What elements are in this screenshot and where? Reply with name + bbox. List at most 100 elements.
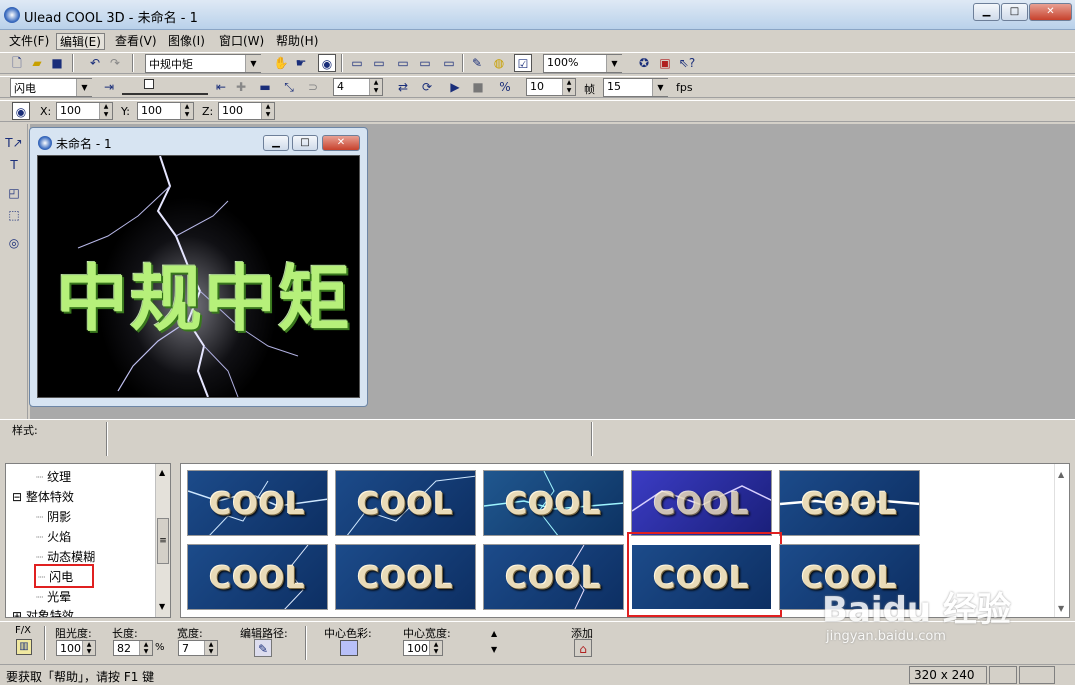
tree-scrollbar[interactable]: ▲ ≡ ▼: [155, 464, 170, 617]
new-file-icon[interactable]: 🗋: [8, 54, 26, 72]
edit-text-icon[interactable]: T: [5, 156, 23, 174]
collapse-icon[interactable]: ⊟: [12, 490, 22, 504]
props-scroll[interactable]: ▲ ▼: [491, 626, 497, 658]
spin-arrows[interactable]: ▲ ▼: [261, 103, 274, 119]
gallery-thumb[interactable]: COOL: [335, 544, 476, 610]
refresh-icon[interactable]: ⟳: [418, 78, 436, 96]
chevron-down-icon[interactable]: ▼: [245, 55, 261, 72]
menu-help[interactable]: 帮助(H): [273, 33, 321, 50]
menu-edit[interactable]: 编辑(E): [56, 33, 105, 50]
hand-move-icon[interactable]: ✋: [272, 54, 290, 72]
speed-spin[interactable]: 10 ▲ ▼: [526, 78, 576, 96]
minimize-button[interactable]: ▁: [973, 3, 1000, 21]
speed-icon[interactable]: %: [496, 78, 514, 96]
save-icon[interactable]: ■: [48, 54, 66, 72]
reverse-icon[interactable]: ⊃: [304, 78, 322, 96]
render-canvas[interactable]: 中规中矩: [37, 155, 360, 398]
close-button[interactable]: ✕: [1029, 3, 1072, 21]
spin-arrows[interactable]: ▲ ▼: [429, 641, 442, 655]
zoom-combo[interactable]: 100% ▼: [543, 54, 622, 73]
redo-icon[interactable]: ↷: [106, 54, 124, 72]
doc-minimize-button[interactable]: ▁: [263, 135, 289, 151]
open-file-icon[interactable]: ▰: [28, 54, 46, 72]
layout-front-icon[interactable]: ▭: [348, 54, 366, 72]
insert-text-icon[interactable]: T↗: [5, 134, 23, 152]
tree-item-lightning[interactable]: ┈ 闪电: [34, 564, 94, 588]
tree-item-shadow[interactable]: ┈ 阴影: [36, 508, 71, 525]
tree-item-global-effects[interactable]: ⊟ 整体特效: [12, 488, 74, 505]
help-pointer-icon[interactable]: ⇖?: [678, 54, 696, 72]
scroll-thumb[interactable]: ≡: [157, 518, 169, 564]
length-spin[interactable]: 82 ▲ ▼: [113, 640, 153, 656]
flip-icon[interactable]: ⤡: [280, 78, 298, 96]
insert-object-icon[interactable]: ◰: [5, 184, 23, 202]
width-spin[interactable]: 7 ▲ ▼: [178, 640, 218, 656]
menu-view[interactable]: 查看(V): [112, 33, 160, 50]
layout-right-icon[interactable]: ▭: [416, 54, 434, 72]
gallery-thumb[interactable]: COOL: [187, 544, 328, 610]
z-spin[interactable]: 100 ▲ ▼: [218, 102, 275, 120]
gallery-thumb[interactable]: COOL: [483, 470, 624, 536]
tree-item-fire[interactable]: ┈ 火焰: [36, 528, 71, 545]
spin-arrows[interactable]: ▲ ▼: [99, 103, 112, 119]
chevron-down-icon[interactable]: ▼: [652, 79, 668, 96]
add-keyframe-icon[interactable]: ✚: [232, 78, 250, 96]
text-combo[interactable]: 中规中矩 ▼: [145, 54, 261, 73]
slider-thumb[interactable]: [144, 79, 154, 89]
chevron-down-icon[interactable]: ▼: [76, 79, 92, 96]
paint-icon[interactable]: ✎: [468, 54, 486, 72]
spin-arrows[interactable]: ▲ ▼: [82, 641, 95, 655]
keyframe-next-icon[interactable]: ⇤: [212, 78, 230, 96]
scroll-down-icon[interactable]: ▼: [159, 602, 165, 611]
scroll-up-icon[interactable]: ▲: [1058, 470, 1064, 479]
edit-path-icon[interactable]: ✎: [254, 639, 272, 657]
tree-item-glow[interactable]: ┈ 光晕: [36, 588, 71, 605]
fps-combo[interactable]: 15 ▼: [603, 78, 668, 97]
camera-icon[interactable]: ◎: [5, 234, 23, 252]
doc-maximize-button[interactable]: □: [292, 135, 318, 151]
center-width-spin[interactable]: 100 ▲ ▼: [403, 640, 443, 656]
layout-top-icon[interactable]: ▭: [440, 54, 458, 72]
position-mode-icon[interactable]: ◉: [12, 102, 30, 120]
spin-arrows[interactable]: ▲ ▼: [180, 103, 193, 119]
gallery-thumb[interactable]: COOL: [187, 470, 328, 536]
select-object-icon[interactable]: ◉: [318, 54, 336, 72]
maximize-button[interactable]: □: [1001, 3, 1028, 21]
wizard-icon[interactable]: ✪: [635, 54, 653, 72]
gallery-thumb[interactable]: COOL: [779, 470, 920, 536]
effect-combo[interactable]: 闪电 ▼: [10, 78, 92, 97]
gallery-scrollbar[interactable]: ▲ ▼: [1054, 464, 1069, 617]
loop-icon[interactable]: ⇄: [394, 78, 412, 96]
tree-item-object-effects[interactable]: ⊞ 对象特效: [12, 607, 74, 617]
x-spin[interactable]: 100 ▲ ▼: [56, 102, 113, 120]
gallery-thumb[interactable]: COOL: [335, 470, 476, 536]
gallery-thumb[interactable]: COOL: [483, 544, 624, 610]
doc-close-button[interactable]: ✕: [322, 135, 360, 151]
tree-item-texture[interactable]: ┈ 纹理: [36, 468, 71, 485]
tree-item-motion-blur[interactable]: ┈ 动态模糊: [36, 548, 95, 565]
gallery-thumb[interactable]: COOL: [631, 470, 772, 536]
checkbox-icon[interactable]: ☑: [514, 54, 532, 72]
fx-toggle-icon[interactable]: ▥: [16, 639, 32, 655]
spin-arrows[interactable]: ▲ ▼: [139, 641, 152, 655]
layout-back-icon[interactable]: ▭: [370, 54, 388, 72]
keyframe-prev-icon[interactable]: ⇥: [100, 78, 118, 96]
expand-icon[interactable]: ⊞: [12, 609, 22, 617]
scroll-up-icon[interactable]: ▲: [159, 468, 165, 477]
spin-arrows[interactable]: ▲ ▼: [204, 641, 217, 655]
select-all-icon[interactable]: ⬚: [5, 206, 23, 224]
gallery-thumb-selected[interactable]: COOL: [631, 544, 772, 610]
menu-window[interactable]: 窗口(W): [216, 33, 267, 50]
frames-spin[interactable]: 4 ▲ ▼: [333, 78, 383, 96]
export-icon[interactable]: ▣: [656, 54, 674, 72]
undo-icon[interactable]: ↶: [86, 54, 104, 72]
globe-icon[interactable]: ◍: [490, 54, 508, 72]
timeline-slider[interactable]: [122, 79, 208, 95]
stop-icon[interactable]: ■: [469, 78, 487, 96]
y-spin[interactable]: 100 ▲ ▼: [137, 102, 194, 120]
play-icon[interactable]: ▶: [446, 78, 464, 96]
menu-image[interactable]: 图像(I): [165, 33, 208, 50]
rotate-hand-icon[interactable]: ☛: [292, 54, 310, 72]
add-icon[interactable]: ⌂: [574, 639, 592, 657]
chevron-down-icon[interactable]: ▼: [606, 55, 622, 72]
